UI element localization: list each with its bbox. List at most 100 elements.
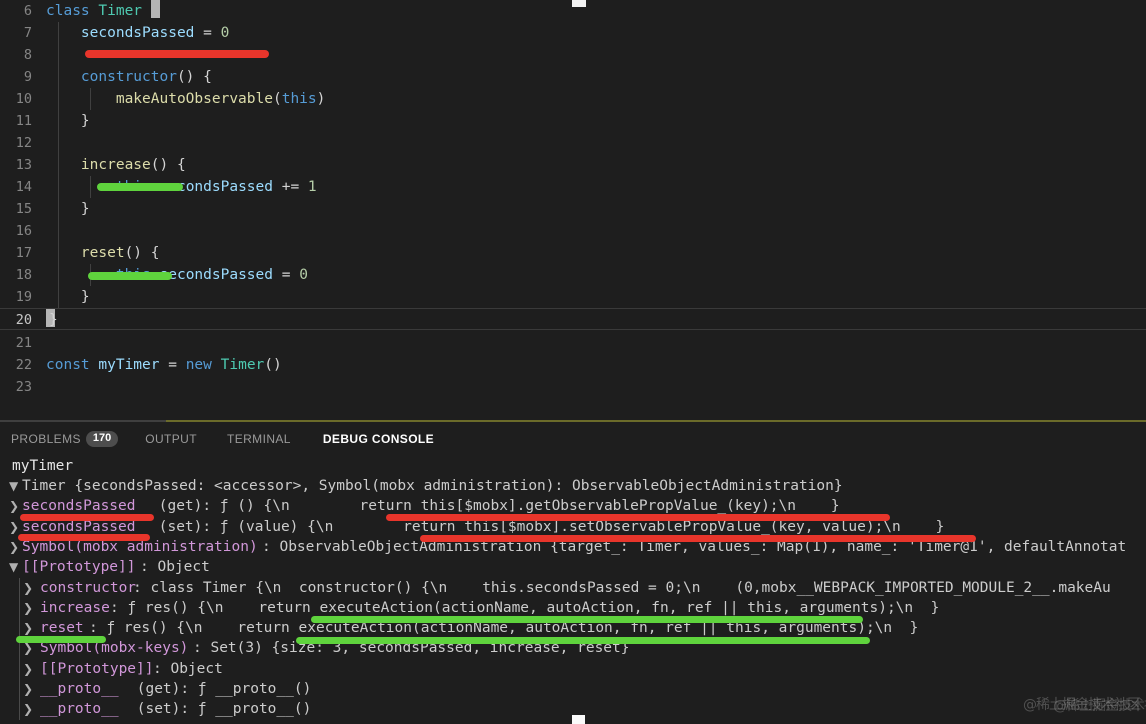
- console-row-text: (get): ƒ () {\n return this[$mobx].getOb…: [150, 498, 840, 515]
- code-line: 7 secondsPassed = 0: [0, 22, 1146, 44]
- bottom-panel: PROBLEMS 170 OUTPUT TERMINAL DEBUG CONSO…: [0, 420, 1146, 724]
- tree-guide: [19, 618, 20, 639]
- console-row-text: : ObservableObjectAdministration {target…: [262, 538, 1127, 555]
- line-number: 18: [15, 267, 32, 283]
- code-text: this.secondsPassed = 0: [115, 267, 308, 283]
- line-number: 15: [15, 201, 32, 217]
- code-line: 12: [0, 132, 1146, 154]
- console-row-text: : ƒ res() {\n return executeAction(actio…: [110, 599, 940, 616]
- code-line: 16: [0, 220, 1146, 242]
- code-text: }: [46, 113, 90, 129]
- tab-terminal[interactable]: TERMINAL: [216, 424, 302, 454]
- chevron-right-icon[interactable]: ❯: [9, 496, 21, 516]
- console-row-prop: reset: [40, 620, 84, 637]
- console-row-prop: __proto__: [40, 681, 119, 697]
- console-row-text: : Object: [140, 559, 210, 576]
- line-number: 23: [15, 379, 32, 395]
- code-line: 6 class Timer: [0, 0, 1146, 22]
- chevron-right-icon[interactable]: ❯: [23, 578, 35, 598]
- tree-guide: [19, 679, 20, 700]
- code-line: 8: [0, 44, 1146, 66]
- code-text: const myTimer = new Timer(): [46, 357, 282, 373]
- console-row-text: : class Timer {\n constructor() {\n this…: [133, 579, 1111, 596]
- chevron-right-icon[interactable]: ❯: [9, 517, 21, 537]
- console-row-prop: [[Prototype]]: [40, 660, 154, 677]
- code-text: secondsPassed = 0: [80, 25, 230, 41]
- tab-terminal-label: TERMINAL: [226, 432, 291, 446]
- console-row[interactable]: ▼ [[Prototype]] : Object: [0, 557, 1146, 577]
- code-text: }: [46, 201, 90, 217]
- line-number: 21: [15, 335, 32, 351]
- console-row-prop: __proto__: [40, 701, 119, 718]
- chevron-right-icon[interactable]: ❯: [23, 679, 35, 699]
- line-number: 12: [15, 135, 32, 151]
- tree-guide: [19, 699, 20, 720]
- tab-output[interactable]: OUTPUT: [134, 424, 208, 454]
- indent-guide: [58, 44, 59, 66]
- console-row[interactable]: ❯ secondsPassed (set): ƒ (value) {\n ret…: [0, 517, 1146, 537]
- debug-console-output[interactable]: myTimer ▼ Timer {secondsPassed: <accesso…: [0, 456, 1146, 724]
- console-row[interactable]: ❯ __proto__ (get): ƒ __proto__(): [0, 679, 1146, 700]
- chevron-down-icon[interactable]: ▼: [9, 476, 21, 496]
- code-line: 14 this.secondsPassed += 1: [0, 176, 1146, 198]
- line-number: 7: [23, 25, 32, 41]
- console-row-prop: secondsPassed: [22, 498, 136, 515]
- line-number: 13: [15, 157, 32, 173]
- code-editor[interactable]: 6 class Timer 7 secondsPassed = 0 8 9 co…: [0, 0, 1146, 420]
- chevron-right-icon[interactable]: ❯: [23, 699, 35, 719]
- line-number: 8: [23, 47, 32, 63]
- console-row-text: : Object: [153, 660, 223, 677]
- console-row-text: : ƒ res() {\n return executeAction(actio…: [89, 620, 919, 637]
- line-number: 22: [15, 357, 32, 373]
- tab-problems[interactable]: PROBLEMS: [0, 424, 92, 454]
- console-row-text: (get): ƒ __proto__(): [128, 681, 312, 697]
- console-row[interactable]: ❯ increase : ƒ res() {\n return executeA…: [0, 597, 1146, 619]
- console-row[interactable]: ▼ Timer {secondsPassed: <accessor>, Symb…: [0, 476, 1146, 496]
- console-row-prop: Symbol(mobx-keys): [40, 640, 189, 657]
- panel-divider: [0, 420, 1146, 422]
- console-row[interactable]: ❯ secondsPassed (get): ƒ () {\n return t…: [0, 496, 1146, 516]
- code-text: reset() {: [80, 245, 160, 261]
- chevron-right-icon[interactable]: ❯: [23, 659, 35, 679]
- tree-guide: [19, 597, 20, 619]
- line-number: 16: [15, 223, 32, 239]
- chevron-right-icon[interactable]: ❯: [23, 638, 35, 658]
- line-number: 10: [15, 91, 32, 107]
- chevron-right-icon[interactable]: ❯: [9, 537, 21, 557]
- console-row[interactable]: ❯ reset : ƒ res() {\n return executeActi…: [0, 618, 1146, 639]
- tab-debug-console[interactable]: DEBUG CONSOLE: [312, 424, 445, 454]
- code-line-active: 20 }: [0, 308, 1146, 330]
- tree-guide: [19, 577, 20, 598]
- line-number: 19: [15, 289, 32, 305]
- line-number: 20: [15, 312, 32, 328]
- console-row[interactable]: ❯ constructor : class Timer {\n construc…: [0, 577, 1146, 598]
- console-row-text: (set): ƒ (value) {\n return this[$mobx].…: [150, 518, 945, 535]
- console-row-prop: increase: [40, 599, 110, 616]
- problems-count-badge: 170: [85, 431, 119, 447]
- chevron-right-icon[interactable]: ❯: [23, 618, 35, 638]
- watermark-text-overlap: @稀土掘金技术社区: [1053, 698, 1146, 714]
- chevron-right-icon[interactable]: ❯: [23, 598, 35, 618]
- console-input-echo: myTimer: [0, 456, 1146, 476]
- code-text: makeAutoObservable(this): [115, 91, 326, 107]
- line-number: 14: [15, 179, 32, 195]
- code-text: class Timer: [46, 0, 160, 22]
- watermark: @稀土掘金技术社区 @稀土掘金技术社区: [1023, 694, 1146, 714]
- code-line: 23: [0, 376, 1146, 398]
- code-line: 13 increase() {: [0, 154, 1146, 176]
- line-number: 9: [23, 69, 32, 85]
- console-row[interactable]: ❯ Symbol(mobx administration) : Observab…: [0, 537, 1146, 557]
- code-line: 18 this.secondsPassed = 0: [0, 264, 1146, 286]
- indent-guide: [58, 132, 59, 154]
- console-row[interactable]: ❯ Symbol(mobx-keys) : Set(3) {size: 3, s…: [0, 638, 1146, 659]
- console-row-text: (set): ƒ __proto__(): [128, 701, 312, 718]
- console-input-echo-text: myTimer: [12, 458, 74, 474]
- line-number: 11: [15, 113, 32, 129]
- tab-debug-console-label: DEBUG CONSOLE: [322, 432, 435, 446]
- console-row-prop: [[Prototype]]: [22, 559, 136, 576]
- scrollbar-marker-bottom[interactable]: [572, 715, 585, 724]
- chevron-down-icon[interactable]: ▼: [9, 557, 21, 577]
- console-row-text: Timer {secondsPassed: <accessor>, Symbol…: [22, 478, 843, 494]
- console-row[interactable]: ❯ [[Prototype]] : Object: [0, 658, 1146, 679]
- tree-guide: [19, 658, 20, 679]
